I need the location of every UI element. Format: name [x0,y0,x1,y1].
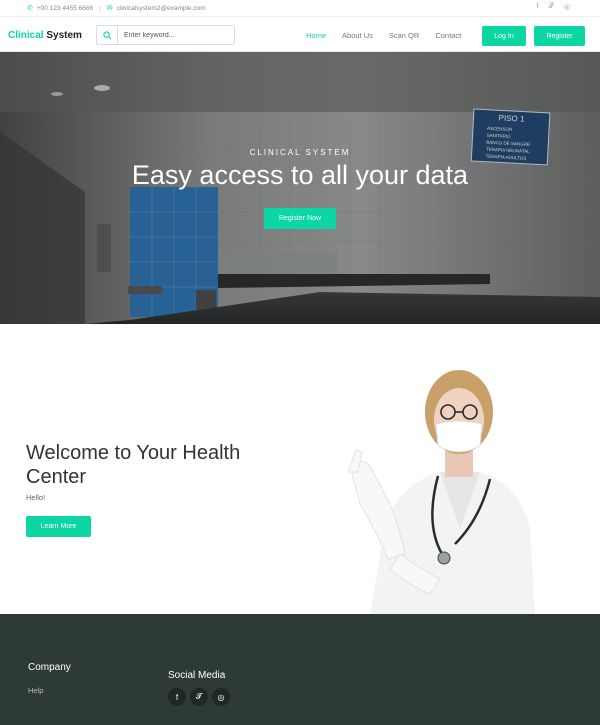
main-menu: Home About Us Scan QR Contact [306,31,477,40]
footer-company-title: Company [28,662,71,673]
top-bar: ✆ +00 123 4455 6666 | ✉ clinicalsystem2@… [0,0,600,17]
register-button[interactable]: Register [534,26,585,46]
mail-icon: ✉ [106,5,113,12]
facebook-icon[interactable]: f [168,688,186,706]
doctor-image [347,370,535,614]
brand-rest: System [43,30,82,41]
search-icon[interactable] [97,26,118,44]
instagram-icon[interactable]: ◎ [212,688,230,706]
instagram-icon[interactable]: ◎ [564,3,570,11]
navbar: Clinical System Home About Us Scan QR Co… [0,17,600,52]
menu-item-scan-qr[interactable]: Scan QR [389,31,419,40]
menu-item-about-us[interactable]: About Us [342,31,373,40]
top-social-links: f 𝓣 ◎ [537,3,570,11]
divider: | [99,4,101,12]
twitter-icon[interactable]: 𝓣 [190,688,208,706]
footer-social-title: Social Media [168,670,226,681]
hero-subtitle: CLINICAL SYSTEM [249,148,351,157]
twitter-icon[interactable]: 𝓣 [549,3,554,11]
menu-item-home[interactable]: Home [306,31,326,40]
footer-help-link[interactable]: Help [28,686,43,695]
welcome-section: Welcome to Your Health Center Hello! Lea… [0,324,600,614]
welcome-text: Hello! [26,493,46,502]
phone-number: +00 123 4455 6666 [36,4,94,12]
welcome-title: Welcome to Your Health Center [26,442,241,488]
login-button[interactable]: Log In [482,26,526,46]
brand-logo[interactable]: Clinical System [8,30,82,41]
hero-banner: PISO 1 ASCENSOR SANITARIO BANCO DE SANGR… [0,52,600,324]
brand-accent: Clinical [8,30,44,41]
contact-info: ✆ +00 123 4455 6666 | ✉ clinicalsystem2@… [27,4,206,13]
menu-item-contact[interactable]: Contact [435,31,461,40]
hero-title: Easy access to all your data [131,160,469,190]
phone-icon: ✆ [27,5,33,12]
footer: Company Help Social Media f 𝓣 ◎ [0,614,600,725]
search-input[interactable] [118,26,234,44]
learn-more-button[interactable]: Learn More [26,516,91,537]
email-address[interactable]: clinicalsystem2@example.com [117,5,206,12]
search-box [96,25,235,45]
facebook-icon[interactable]: f [537,3,539,11]
register-now-button[interactable]: Register Now [264,208,336,229]
